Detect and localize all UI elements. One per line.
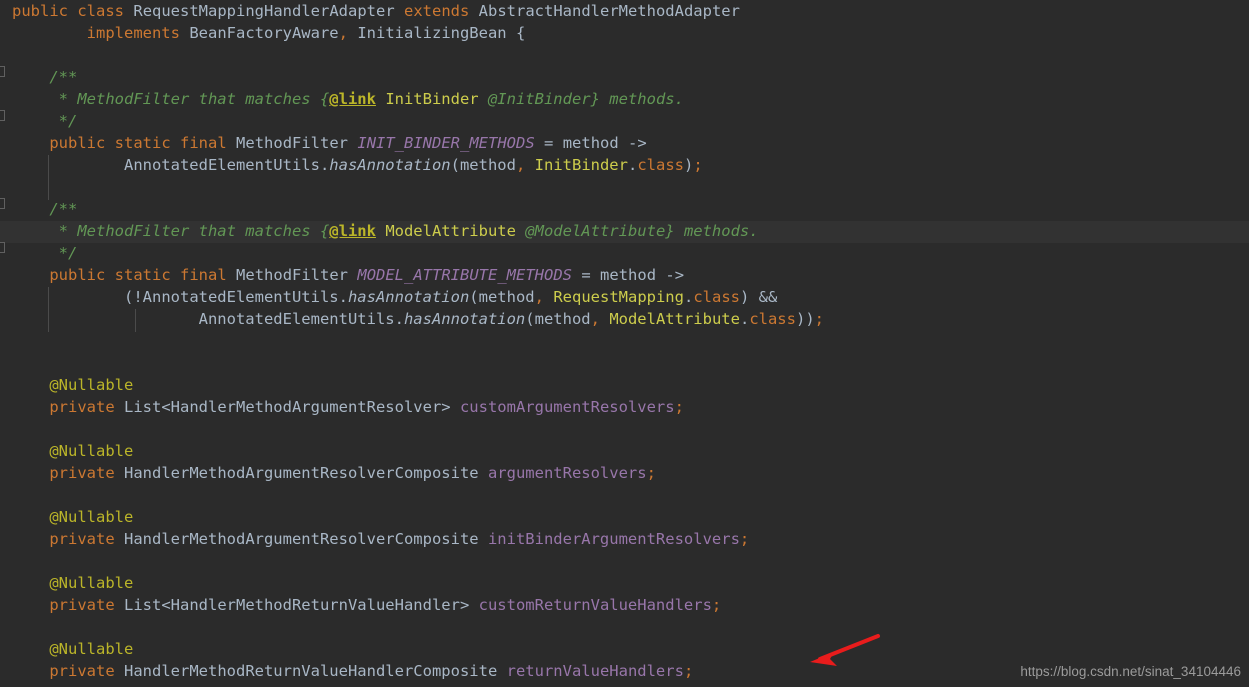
- code-line[interactable]: [0, 330, 21, 352]
- code-line[interactable]: * MethodFilter that matches {@link Model…: [0, 220, 759, 242]
- code-line[interactable]: */: [0, 242, 78, 264]
- code-line[interactable]: /**: [0, 198, 77, 220]
- code-line[interactable]: [0, 44, 21, 66]
- code-line[interactable]: [0, 418, 21, 440]
- code-editor[interactable]: public class RequestMappingHandlerAdapte…: [0, 0, 1249, 687]
- code-line[interactable]: [0, 352, 21, 374]
- code-line[interactable]: private List<HandlerMethodArgumentResolv…: [0, 396, 684, 418]
- code-line[interactable]: private HandlerMethodArgumentResolverCom…: [0, 462, 656, 484]
- code-line[interactable]: [0, 616, 21, 638]
- code-line[interactable]: private HandlerMethodReturnValueHandlerC…: [0, 660, 693, 682]
- code-line[interactable]: private HandlerMethodArgumentResolverCom…: [0, 528, 749, 550]
- code-line[interactable]: @Nullable: [0, 638, 133, 660]
- code-line[interactable]: /**: [0, 66, 77, 88]
- code-line[interactable]: */: [0, 110, 78, 132]
- code-line[interactable]: implements BeanFactoryAware, Initializin…: [0, 22, 526, 44]
- code-line[interactable]: public static final MethodFilter INIT_BI…: [0, 132, 646, 154]
- code-line[interactable]: [0, 484, 21, 506]
- code-line[interactable]: @Nullable: [0, 572, 133, 594]
- code-line[interactable]: * MethodFilter that matches {@link InitB…: [0, 88, 684, 110]
- code-line[interactable]: private List<HandlerMethodReturnValueHan…: [0, 594, 721, 616]
- code-line[interactable]: AnnotatedElementUtils.hasAnnotation(meth…: [0, 308, 824, 330]
- code-line[interactable]: AnnotatedElementUtils.hasAnnotation(meth…: [0, 154, 703, 176]
- code-line[interactable]: public class RequestMappingHandlerAdapte…: [0, 0, 740, 22]
- code-line[interactable]: [0, 176, 21, 198]
- red-arrow-annotation-icon: [810, 634, 880, 666]
- code-line[interactable]: @Nullable: [0, 374, 133, 396]
- code-line[interactable]: [0, 550, 21, 572]
- code-line[interactable]: @Nullable: [0, 506, 133, 528]
- watermark-text: https://blog.csdn.net/sinat_34104446: [1020, 664, 1241, 679]
- code-line[interactable]: public static final MethodFilter MODEL_A…: [0, 264, 684, 286]
- code-line[interactable]: @Nullable: [0, 440, 133, 462]
- code-line[interactable]: (!AnnotatedElementUtils.hasAnnotation(me…: [0, 286, 777, 308]
